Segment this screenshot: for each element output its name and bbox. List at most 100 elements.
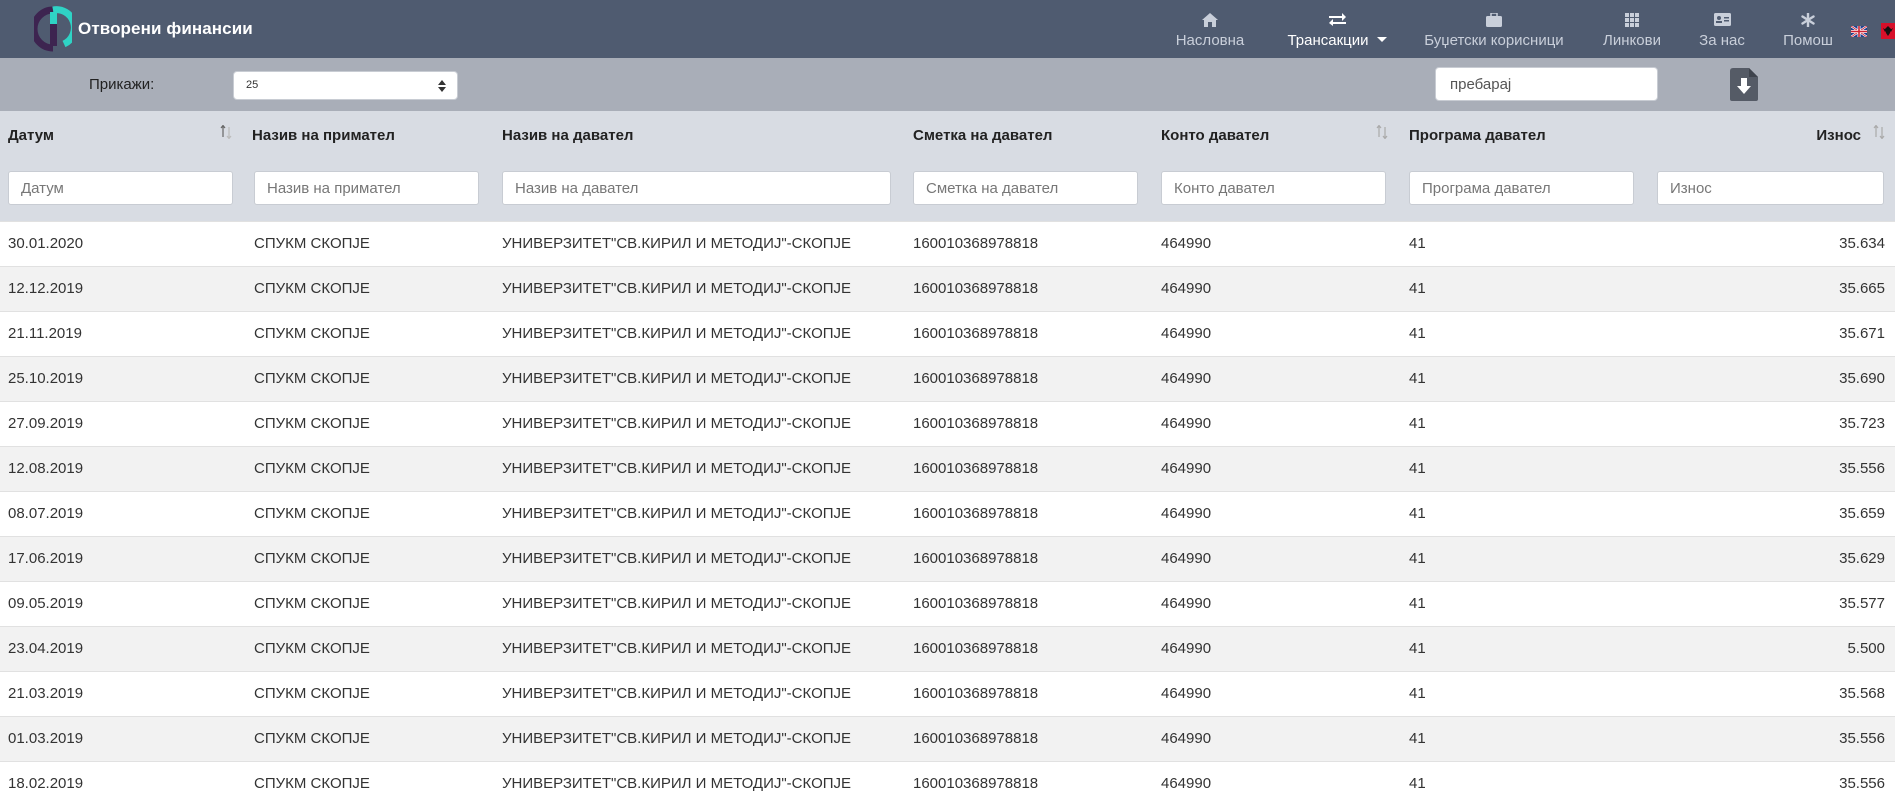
nav-item-links[interactable]: Линкови bbox=[1601, 0, 1663, 58]
sort-icon[interactable] bbox=[220, 125, 232, 139]
cell-payer-account: 160010368978818 bbox=[913, 415, 1039, 432]
cell-payer-account: 160010368978818 bbox=[913, 370, 1039, 387]
cell-payer: УНИВЕРЗИТЕТ"СВ.КИРИЛ И МЕТОДИЈ"-СКОПЈЕ bbox=[502, 235, 852, 252]
table-row[interactable]: 12.08.2019 СПУКМ СКОПЈЕ УНИВЕРЗИТЕТ"СВ.КИР… bbox=[0, 446, 1895, 491]
cell-date: 21.11.2019 bbox=[8, 325, 82, 342]
cell-payer-account: 160010368978818 bbox=[913, 460, 1039, 477]
grid-icon bbox=[1625, 10, 1639, 29]
table-filter-row bbox=[0, 159, 1895, 221]
cell-payer: УНИВЕРЗИТЕТ"СВ.КИРИЛ И МЕТОДИЈ"-СКОПЈЕ bbox=[502, 415, 852, 432]
cell-payer-program: 41 bbox=[1409, 505, 1426, 522]
cell-recipient: СПУКМ СКОПЈЕ bbox=[254, 550, 370, 567]
filter-payer-input[interactable] bbox=[502, 171, 891, 205]
table-row[interactable]: 12.12.2019 СПУКМ СКОПЈЕ УНИВЕРЗИТЕТ"СВ.КИР… bbox=[0, 266, 1895, 311]
download-icon[interactable] bbox=[1730, 68, 1758, 101]
table-row[interactable]: 30.01.2020 СПУКМ СКОПЈЕ УНИВЕРЗИТЕТ"СВ.КИР… bbox=[0, 221, 1895, 266]
cell-recipient: СПУКМ СКОПЈЕ bbox=[254, 640, 370, 657]
cell-amount: 35.671 bbox=[1839, 325, 1885, 342]
cell-amount: 35.659 bbox=[1839, 505, 1885, 522]
table-row[interactable]: 17.06.2019 СПУКМ СКОПЈЕ УНИВЕРЗИТЕТ"СВ.КИР… bbox=[0, 536, 1895, 581]
cell-date: 01.03.2019 bbox=[8, 730, 84, 747]
cell-payer: УНИВЕРЗИТЕТ"СВ.КИРИЛ И МЕТОДИЈ"-СКОПЈЕ bbox=[502, 280, 852, 297]
filter-amount-input[interactable] bbox=[1657, 171, 1884, 205]
nav-label: Буџетски корисници bbox=[1424, 32, 1564, 49]
cell-payer-konto: 464990 bbox=[1161, 595, 1212, 612]
cell-payer: УНИВЕРЗИТЕТ"СВ.КИРИЛ И МЕТОДИЈ"-СКОПЈЕ bbox=[502, 595, 852, 612]
cell-payer-konto: 464990 bbox=[1161, 280, 1212, 297]
table-row[interactable]: 18.02.2019 СПУКМ СКОПЈЕ УНИВЕРЗИТЕТ"СВ.КИР… bbox=[0, 761, 1895, 806]
nav-item-about[interactable]: За нас bbox=[1699, 0, 1745, 58]
cell-amount: 35.556 bbox=[1839, 775, 1885, 792]
column-header-payer-account[interactable]: Сметка на давател bbox=[913, 127, 1052, 144]
page-size-value: 25 bbox=[246, 79, 259, 91]
home-icon bbox=[1202, 10, 1218, 29]
column-header-payer-konto[interactable]: Конто давател bbox=[1161, 127, 1269, 144]
filter-date-input[interactable] bbox=[8, 171, 233, 205]
cell-date: 18.02.2019 bbox=[8, 775, 84, 792]
filter-payer-program-input[interactable] bbox=[1409, 171, 1634, 205]
nav-label: Насловна bbox=[1175, 32, 1245, 49]
filter-recipient-input[interactable] bbox=[254, 171, 479, 205]
table-row[interactable]: 27.09.2019 СПУКМ СКОПЈЕ УНИВЕРЗИТЕТ"СВ.КИР… bbox=[0, 401, 1895, 446]
cell-recipient: СПУКМ СКОПЈЕ bbox=[254, 595, 370, 612]
column-header-date[interactable]: Датум bbox=[8, 127, 54, 144]
cell-payer: УНИВЕРЗИТЕТ"СВ.КИРИЛ И МЕТОДИЈ"-СКОПЈЕ bbox=[502, 685, 852, 702]
table-toolbar: Прикажи: 25 bbox=[0, 58, 1895, 111]
cell-payer-konto: 464990 bbox=[1161, 730, 1212, 747]
column-header-amount[interactable]: Износ bbox=[1816, 127, 1861, 144]
brand-title: Отворени финансии bbox=[78, 19, 253, 38]
cell-amount: 5.500 bbox=[1847, 640, 1885, 657]
column-header-payer[interactable]: Назив на давател bbox=[502, 127, 633, 144]
cell-date: 08.07.2019 bbox=[8, 505, 84, 522]
nav-item-help[interactable]: Помош bbox=[1781, 0, 1835, 58]
cell-payer-account: 160010368978818 bbox=[913, 280, 1039, 297]
cell-payer: УНИВЕРЗИТЕТ"СВ.КИРИЛ И МЕТОДИЈ"-СКОПЈЕ bbox=[502, 325, 852, 342]
cell-payer-account: 160010368978818 bbox=[913, 640, 1039, 657]
cell-recipient: СПУКМ СКОПЈЕ bbox=[254, 775, 370, 792]
table-row[interactable]: 01.03.2019 СПУКМ СКОПЈЕ УНИВЕРЗИТЕТ"СВ.КИР… bbox=[0, 716, 1895, 761]
sort-icon[interactable] bbox=[1873, 125, 1885, 139]
cell-date: 23.04.2019 bbox=[8, 640, 84, 657]
top-navbar: Отворени финансии Насловна Трансакции Бу… bbox=[0, 0, 1895, 58]
cell-date: 21.03.2019 bbox=[8, 685, 84, 702]
table-row[interactable]: 25.10.2019 СПУКМ СКОПЈЕ УНИВЕРЗИТЕТ"СВ.КИР… bbox=[0, 356, 1895, 401]
sort-icon[interactable] bbox=[1376, 125, 1388, 139]
table-body: 30.01.2020 СПУКМ СКОПЈЕ УНИВЕРЗИТЕТ"СВ.КИР… bbox=[0, 221, 1895, 806]
cell-recipient: СПУКМ СКОПЈЕ bbox=[254, 730, 370, 747]
cell-date: 12.12.2019 bbox=[8, 280, 84, 297]
cell-payer-konto: 464990 bbox=[1161, 325, 1212, 342]
search-input[interactable] bbox=[1435, 67, 1658, 101]
cell-payer-konto: 464990 bbox=[1161, 775, 1212, 792]
table-row[interactable]: 21.03.2019 СПУКМ СКОПЈЕ УНИВЕРЗИТЕТ"СВ.КИР… bbox=[0, 671, 1895, 716]
nav-item-home[interactable]: Насловна bbox=[1169, 0, 1251, 58]
cell-recipient: СПУКМ СКОПЈЕ bbox=[254, 505, 370, 522]
cell-recipient: СПУКМ СКОПЈЕ bbox=[254, 460, 370, 477]
cell-amount: 35.556 bbox=[1839, 460, 1885, 477]
select-arrows-icon bbox=[438, 80, 446, 92]
cell-amount: 35.665 bbox=[1839, 280, 1885, 297]
table-row[interactable]: 21.11.2019 СПУКМ СКОПЈЕ УНИВЕРЗИТЕТ"СВ.КИР… bbox=[0, 311, 1895, 356]
filter-payer-konto-input[interactable] bbox=[1161, 171, 1386, 205]
column-header-payer-program[interactable]: Програма давател bbox=[1409, 127, 1546, 144]
brand[interactable]: Отворени финансии bbox=[34, 0, 253, 58]
cell-payer-account: 160010368978818 bbox=[913, 730, 1039, 747]
flag-al-icon[interactable] bbox=[1881, 23, 1895, 39]
nav-label: Трансакции bbox=[1287, 32, 1369, 49]
cell-payer-program: 41 bbox=[1409, 640, 1426, 657]
table-header: Датум Назив на примател Назив на давател… bbox=[0, 111, 1895, 159]
table-row[interactable]: 09.05.2019 СПУКМ СКОПЈЕ УНИВЕРЗИТЕТ"СВ.КИР… bbox=[0, 581, 1895, 626]
page-size-select[interactable]: 25 bbox=[233, 71, 458, 100]
column-header-recipient[interactable]: Назив на примател bbox=[252, 127, 395, 144]
cell-date: 30.01.2020 bbox=[8, 235, 84, 252]
cell-amount: 35.629 bbox=[1839, 550, 1885, 567]
flag-en-icon[interactable] bbox=[1851, 25, 1867, 37]
cell-payer-program: 41 bbox=[1409, 775, 1426, 792]
table-row[interactable]: 08.07.2019 СПУКМ СКОПЈЕ УНИВЕРЗИТЕТ"СВ.КИР… bbox=[0, 491, 1895, 536]
table-row[interactable]: 23.04.2019 СПУКМ СКОПЈЕ УНИВЕРЗИТЕТ"СВ.КИР… bbox=[0, 626, 1895, 671]
cell-date: 17.06.2019 bbox=[8, 550, 84, 567]
nav-item-budget-users[interactable]: Буџетски корисници bbox=[1423, 0, 1565, 58]
cell-amount: 35.634 bbox=[1839, 235, 1885, 252]
nav-item-transactions[interactable]: Трансакции bbox=[1287, 0, 1387, 58]
filter-payer-account-input[interactable] bbox=[913, 171, 1138, 205]
cell-payer-program: 41 bbox=[1409, 280, 1426, 297]
